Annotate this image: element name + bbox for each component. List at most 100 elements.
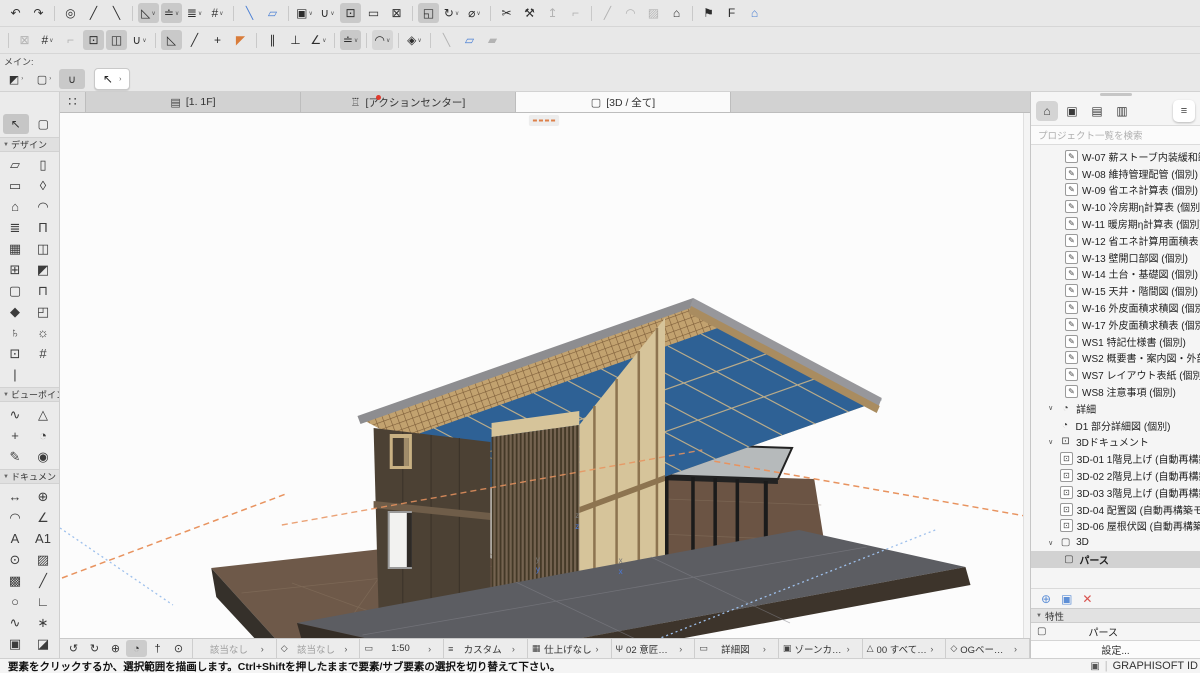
edit-plane-button[interactable]: ⊡ ∨ xyxy=(83,30,104,50)
properties-header[interactable]: ▼ 特性 xyxy=(1031,608,1200,623)
tool-window[interactable]: ⊞ xyxy=(1,259,29,280)
marquee-transform-button[interactable]: ◱ ∨ xyxy=(418,3,439,23)
tool-slab[interactable]: ◊ xyxy=(29,175,57,196)
door-select-button[interactable]: ◫ ∨ xyxy=(106,30,127,50)
elevate-button[interactable]: ↥ ∨ xyxy=(542,3,563,23)
toolbox-section-design[interactable]: ▼ デザイン xyxy=(0,137,59,152)
tool-figure[interactable]: ▣ xyxy=(1,633,29,654)
stretch-2-button[interactable]: ⊠ ∨ xyxy=(14,30,35,50)
inject-parameters-button[interactable]: ╲ ∨ xyxy=(106,3,127,23)
tool-angle-dimension[interactable]: ∠ xyxy=(29,507,57,528)
snap-special-button[interactable]: ≐ ∨ xyxy=(340,30,361,50)
tool-zone[interactable]: ◰ xyxy=(29,301,57,322)
snap-line-button[interactable]: ╱ ∨ xyxy=(184,30,205,50)
layout-book-button[interactable]: ▤ xyxy=(1086,101,1108,121)
tool-line[interactable]: ╱ xyxy=(29,570,57,591)
grid-snap-button[interactable]: # ∨ xyxy=(207,3,228,23)
tab-overview-button[interactable]: ∷ xyxy=(60,92,86,112)
eraser-button[interactable]: ◤ ∨ xyxy=(230,30,251,50)
walk-button[interactable]: † xyxy=(147,640,168,657)
tool-furniture[interactable]: ♄ xyxy=(1,322,29,343)
arc-segment-button[interactable]: ◠ ∨ xyxy=(372,30,393,50)
layer-combination-dropdown[interactable]: ≡ カスタム › xyxy=(444,639,528,658)
tool-skylight[interactable]: ◩ xyxy=(29,259,57,280)
nav-w09[interactable]: ∨ ✎ W-09 省エネ計算表 (個別) xyxy=(1031,182,1200,199)
adjust-button[interactable]: ⚒ ∨ xyxy=(519,3,540,23)
tool-mesh[interactable]: # xyxy=(29,343,57,364)
nav-ws8[interactable]: ∨ ✎ WS8 注意事項 (個別) xyxy=(1031,383,1200,400)
schedule-button[interactable]: F ∨ xyxy=(721,3,742,23)
flag-button[interactable]: ⚑ ∨ xyxy=(698,3,719,23)
tool-stair[interactable]: ≣ xyxy=(1,217,29,238)
tool-worksheet[interactable]: ✎ xyxy=(1,446,29,467)
delete-viewpoint-button[interactable]: ✕ xyxy=(1082,592,1092,606)
tool-spline[interactable]: ∿ xyxy=(1,612,29,633)
tool-equipment[interactable]: ⊡ xyxy=(1,343,29,364)
model-view-dropdown[interactable]: ▦ 仕上げなし › xyxy=(528,639,612,658)
favorites-button[interactable]: ⌂ ∨ xyxy=(744,3,765,23)
nav-w17[interactable]: ∨ ✎ W-17 外皮面積求積表 (個別) xyxy=(1031,316,1200,333)
tool-label[interactable]: A1 xyxy=(29,528,57,549)
guide-corner-button[interactable]: ⌐ ∨ xyxy=(60,30,81,50)
tool-fill[interactable]: ▩ xyxy=(1,570,29,591)
zone-display-dropdown[interactable]: ▣ ゾーンカラー… › xyxy=(779,639,863,658)
tool-hotlink[interactable]: ∗ xyxy=(29,612,57,633)
tool-zone-stamp[interactable]: ▨ xyxy=(29,549,57,570)
arrow-flyout-button[interactable]: ◩ › xyxy=(3,69,29,89)
scale-dropdown[interactable]: ▭ 1:50 › xyxy=(360,639,444,658)
measure-button[interactable]: ▭ ∨ xyxy=(363,3,384,23)
plane-link-button[interactable]: ▰ ∨ xyxy=(482,30,503,50)
tool-lamp[interactable]: ☼ xyxy=(29,322,57,343)
nav-perspective[interactable]: ∨ ▢ パース xyxy=(1031,551,1200,568)
redo-button[interactable]: ↷ ∨ xyxy=(28,3,49,23)
search-input[interactable] xyxy=(1031,128,1200,146)
lock-button[interactable]: ∪ ∨ xyxy=(317,3,338,23)
profile-dropdown[interactable]: ◇ OGベーシック › xyxy=(946,639,1030,658)
nav-w13[interactable]: ∨ ✎ W-13 壁開口部図 (個別) xyxy=(1031,249,1200,266)
view-map-button[interactable]: ▣ xyxy=(1061,101,1083,121)
zoom-in-button[interactable]: ⊕ xyxy=(105,640,126,657)
pen-set-dropdown[interactable]: ◇ 該当なし › xyxy=(277,639,361,658)
tool-camera[interactable]: ◉ xyxy=(29,446,57,467)
project-map-button[interactable]: ⌂ xyxy=(1036,101,1058,121)
mirror-button[interactable]: ⌀ ∨ xyxy=(464,3,485,23)
detail-level-dropdown[interactable]: ▭ 詳細図 › xyxy=(695,639,779,658)
snap-points-button[interactable]: ≣ ∨ xyxy=(184,3,205,23)
viewport-scrollbar[interactable] xyxy=(1023,113,1030,638)
nav-3d01[interactable]: ∨ ⊡ 3D-01 1階見上げ (自動再構築モデル) xyxy=(1031,450,1200,467)
nav-w12[interactable]: ∨ ✎ W-12 省エネ計算用面積表 (個別) xyxy=(1031,232,1200,249)
nav-3d06[interactable]: ∨ ⊡ 3D-06 屋根伏図 (自動再構築モデル) xyxy=(1031,518,1200,535)
arrow-tool[interactable]: ↖ xyxy=(3,114,29,134)
tool-object[interactable]: ⊓ xyxy=(29,280,57,301)
nav-w15[interactable]: ∨ ✎ W-15 天井・階間図 (個別) xyxy=(1031,282,1200,299)
add-viewpoint-button[interactable]: ⊕ xyxy=(1041,592,1051,606)
tool-wall[interactable]: ▱ xyxy=(1,154,29,175)
tool-text[interactable]: A xyxy=(1,528,29,549)
tab-action-center[interactable]: ♖ [アクションセンター] xyxy=(301,92,516,112)
tool-level-dimension[interactable]: ⊕ xyxy=(29,486,57,507)
extend-button[interactable]: ╱ ∨ xyxy=(597,3,618,23)
pick-up-parameters-button[interactable]: ╱ ∨ xyxy=(83,3,104,23)
nav-w14[interactable]: ∨ ✎ W-14 土台・基礎図 (個別) xyxy=(1031,266,1200,283)
nav-w07[interactable]: ∨ ✎ W-07 薪ストーブ内装緩和範囲 (個別) xyxy=(1031,148,1200,165)
tool-roof[interactable]: ⌂ xyxy=(1,196,29,217)
magnet-toggle-button[interactable]: ∪ › xyxy=(59,69,85,89)
tool-morph[interactable]: ◆ xyxy=(1,301,29,322)
tool-polyline[interactable]: ∟ xyxy=(29,591,57,612)
edit-mode-button[interactable]: ⊡ ∨ xyxy=(340,3,361,23)
tool-column[interactable]: ▯ xyxy=(29,154,57,175)
marquee-flyout-button[interactable]: ▢ › xyxy=(31,69,57,89)
nav-w11[interactable]: ∨ ✎ W-11 暖房期η計算表 (個別) xyxy=(1031,215,1200,232)
viewpoint-settings-button[interactable]: ▣ xyxy=(1061,592,1072,606)
publisher-button[interactable]: ▥ xyxy=(1111,101,1133,121)
zoom-next-button[interactable]: ↻ xyxy=(84,640,105,657)
coordinate-x-button[interactable]: + ∨ xyxy=(207,30,228,50)
graphic-override-dropdown[interactable]: Ψ 02 意匠設計_… › xyxy=(612,639,696,658)
tool-railing[interactable]: Π xyxy=(29,217,57,238)
tool-elevation[interactable]: △ xyxy=(29,404,57,425)
tool-hotspot[interactable]: ⊙ xyxy=(1,549,29,570)
tool-beam[interactable]: ▭ xyxy=(1,175,29,196)
guide-segment-button[interactable]: ╲ ∨ xyxy=(239,3,260,23)
tool-section[interactable]: ∿ xyxy=(1,404,29,425)
resize-button[interactable]: ▨ ∨ xyxy=(643,3,664,23)
